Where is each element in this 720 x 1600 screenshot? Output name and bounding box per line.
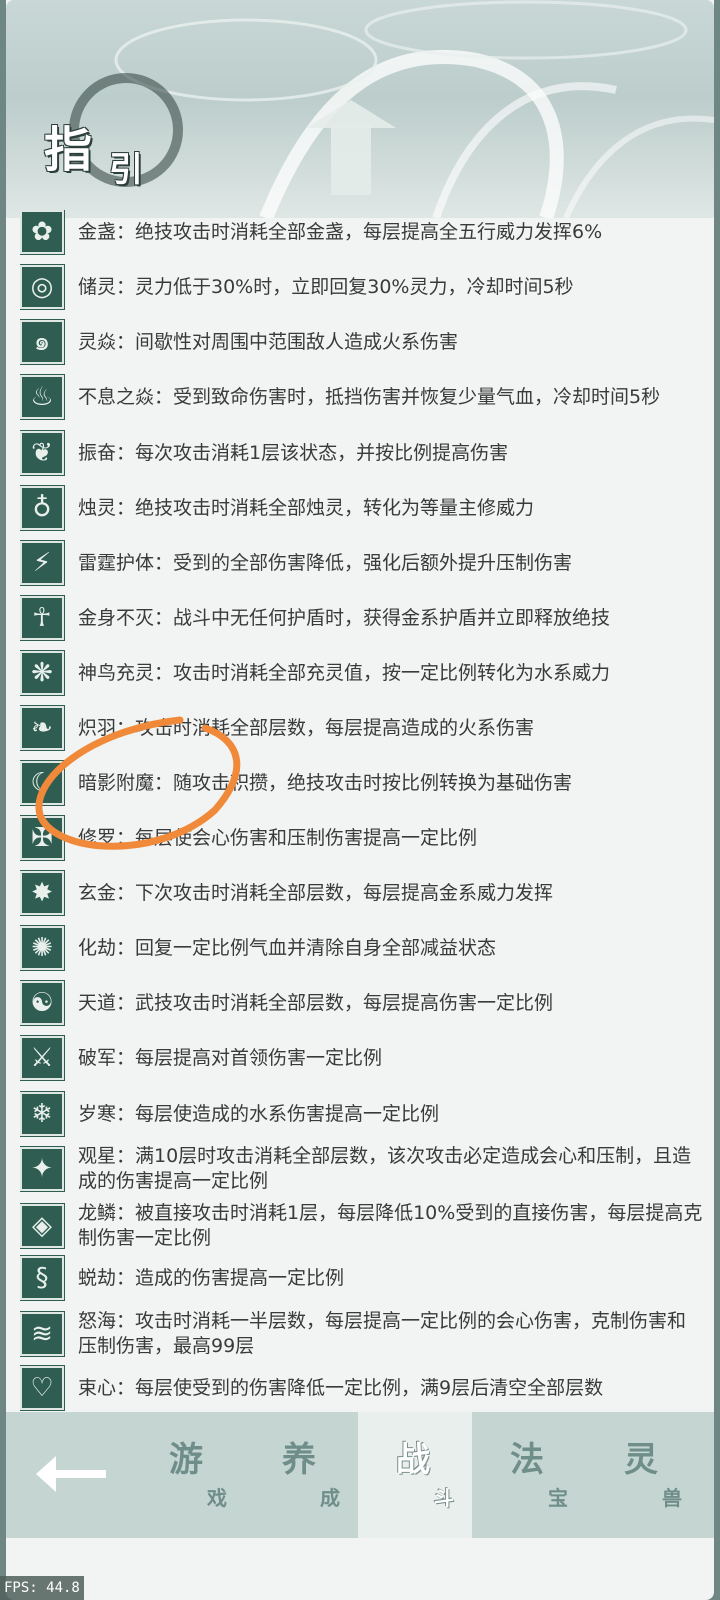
- status-description: 束心：每层使受到的伤害降低一定比例，满9层后清空全部层数: [78, 1376, 604, 1399]
- tab-cultivate[interactable]: 养 成: [244, 1412, 358, 1538]
- thunder-body-icon: ⚡: [20, 540, 65, 586]
- tab-beast-sublabel: 兽: [662, 1486, 682, 1510]
- tab-treasure-sublabel: 宝: [548, 1486, 568, 1510]
- status-description: 蜕劫：造成的伤害提高一定比例: [78, 1266, 345, 1289]
- page-title: 指 引: [34, 110, 194, 210]
- tab-cultivate-label: 养: [282, 1440, 316, 1480]
- tab-beast-label: 灵: [624, 1440, 658, 1480]
- status-description: 烛灵：绝技攻击时消耗全部烛灵，转化为等量主修威力: [78, 496, 535, 519]
- tab-treasure-label: 法: [510, 1440, 544, 1480]
- status-row: ❦ 振奋：每次攻击消耗1层该状态，并按比例提高伤害: [20, 430, 710, 476]
- asura-icon: ✠: [20, 815, 65, 861]
- golden-body-icon: ☥: [20, 595, 65, 641]
- gold-crystal-icon: ✸: [20, 870, 65, 916]
- status-description: 修罗：每层使会心伤害和压制伤害提高一定比例: [78, 826, 478, 849]
- tab-battle-label: 战: [396, 1440, 430, 1480]
- rooster-icon: ❦: [20, 430, 65, 476]
- status-description: 神鸟充灵：攻击时消耗全部充灵值，按一定比例转化为水系威力: [78, 661, 611, 684]
- status-description: 岁寒：每层使造成的水系伤害提高一定比例: [78, 1102, 440, 1125]
- dragon-icon: §: [20, 1255, 65, 1301]
- status-description: 灵焱：间歇性对周围中范围敌人造成火系伤害: [78, 330, 459, 353]
- candle-icon: ♁: [20, 485, 65, 531]
- status-description: 储灵：灵力低于30%时，立即回复30%灵力，冷却时间5秒: [78, 275, 574, 298]
- fps-counter: FPS: 44.8: [0, 1576, 84, 1600]
- tab-battle[interactable]: 战 斗: [358, 1412, 472, 1538]
- swirl-icon: ๑: [20, 319, 65, 365]
- page-title-main: 指: [44, 122, 93, 178]
- ring-icon: ◎: [20, 264, 65, 310]
- tab-game-label: 游: [169, 1440, 203, 1480]
- status-description: 金盏：绝技攻击时消耗全部金盏，每层提高全五行威力发挥6%: [78, 220, 603, 243]
- status-row: ✺ 化劫：回复一定比例气血并清除自身全部减益状态: [20, 925, 710, 971]
- status-row: ♡ 束心：每层使受到的伤害降低一定比例，满9层后清空全部层数: [20, 1365, 710, 1411]
- sword-icon: ⚔: [20, 1035, 65, 1081]
- back-arrow-icon: [36, 1456, 106, 1492]
- status-row: ✿ 金盏：绝技攻击时消耗全部金盏，每层提高全五行威力发挥6%: [20, 210, 710, 255]
- status-description: 炽羽：攻击时消耗全部层数，每层提高造成的火系伤害: [78, 716, 535, 739]
- status-row: ♁ 烛灵：绝技攻击时消耗全部烛灵，转化为等量主修威力: [20, 485, 710, 531]
- status-row: § 蜕劫：造成的伤害提高一定比例: [20, 1255, 710, 1301]
- status-row: ☯ 天道：武技攻击时消耗全部层数，每层提高伤害一定比例: [20, 980, 710, 1026]
- tab-cultivate-sublabel: 成: [320, 1486, 340, 1510]
- shadow-icon: ☾: [20, 760, 65, 806]
- tribulation-icon: ✺: [20, 925, 65, 971]
- tab-battle-sublabel: 斗: [434, 1486, 454, 1510]
- snowflake-icon: ❄: [20, 1091, 65, 1137]
- status-description: 化劫：回复一定比例气血并清除自身全部减益状态: [78, 936, 497, 959]
- status-description: 雷霆护体：受到的全部伤害降低，强化后额外提升压制伤害: [78, 551, 573, 574]
- status-description: 怒海：攻击时消耗一半层数，每层提高一定比例的会心伤害，克制伤害和压制伤害，最高9…: [78, 1310, 687, 1357]
- status-description: 观星：满10层时攻击消耗全部层数，该次攻击必定造成会心和压制，且造成的伤害提高一…: [78, 1145, 692, 1192]
- wave-icon: ≋: [20, 1311, 65, 1357]
- guide-header: 指 引: [6, 0, 714, 218]
- tab-game-sublabel: 戏: [207, 1486, 227, 1510]
- feather-icon: ❧: [20, 705, 65, 751]
- yin-yang-icon: ☯: [20, 980, 65, 1026]
- status-row: ☾ 暗影附魔：随攻击积攒，绝技攻击时按比例转换为基础伤害: [20, 760, 710, 806]
- status-row: ❋ 神鸟充灵：攻击时消耗全部充灵值，按一定比例转化为水系威力: [20, 650, 710, 696]
- status-row: ≋ 怒海：攻击时消耗一半层数，每层提高一定比例的会心伤害，克制伤害和压制伤害，最高…: [20, 1309, 710, 1359]
- tab-treasure[interactable]: 法 宝: [472, 1412, 586, 1538]
- bottom-nav: 游 戏 养 成 战 斗 法 宝 灵 兽: [6, 1412, 714, 1538]
- status-effect-list[interactable]: ✿ 金盏：绝技攻击时消耗全部金盏，每层提高全五行威力发挥6% ◎ 储灵：灵力低于30%…: [20, 210, 710, 1415]
- divine-bird-icon: ❋: [20, 650, 65, 696]
- status-row: ❄ 岁寒：每层使造成的水系伤害提高一定比例: [20, 1091, 710, 1137]
- status-row: ✠ 修罗：每层使会心伤害和压制伤害提高一定比例: [20, 815, 710, 861]
- back-button[interactable]: [16, 1412, 126, 1538]
- tab-beast[interactable]: 灵 兽: [586, 1412, 700, 1538]
- status-description: 玄金：下次攻击时消耗全部层数，每层提高金系威力发挥: [78, 881, 554, 904]
- status-description: 暗影附魔：随攻击积攒，绝技攻击时按比例转换为基础伤害: [78, 771, 573, 794]
- dragon-scale-icon: ◈: [20, 1203, 65, 1249]
- status-description: 天道：武技攻击时消耗全部层数，每层提高伤害一定比例: [78, 991, 554, 1014]
- status-description: 不息之焱：受到致命伤害时，抵挡伤害并恢复少量气血，冷却时间5秒: [78, 385, 661, 408]
- page-title-sub: 引: [109, 150, 143, 190]
- status-row: ⚔ 破军：每层提高对首领伤害一定比例: [20, 1035, 710, 1081]
- status-description: 破军：每层提高对首领伤害一定比例: [78, 1046, 383, 1069]
- flower-icon: ✿: [20, 210, 65, 255]
- phoenix-icon: ♨: [20, 374, 65, 420]
- status-row: ◈ 龙鳞：被直接攻击时消耗1层，每层降低10%受到的直接伤害，每层提高克制伤害一定…: [20, 1201, 710, 1251]
- heart-bind-icon: ♡: [20, 1365, 65, 1411]
- status-row: ๑ 灵焱：间歇性对周围中范围敌人造成火系伤害: [20, 319, 710, 365]
- status-description: 金身不灭：战斗中无任何护盾时，获得金系护盾并立即释放绝技: [78, 606, 611, 629]
- status-description: 龙鳞：被直接攻击时消耗1层，每层降低10%受到的直接伤害，每层提高克制伤害一定比…: [78, 1202, 703, 1249]
- status-row: ✸ 玄金：下次攻击时消耗全部层数，每层提高金系威力发挥: [20, 870, 710, 916]
- status-row: ☥ 金身不灭：战斗中无任何护盾时，获得金系护盾并立即释放绝技: [20, 595, 710, 641]
- constellation-icon: ✦: [20, 1146, 65, 1192]
- status-row: ⚡ 雷霆护体：受到的全部伤害降低，强化后额外提升压制伤害: [20, 540, 710, 586]
- status-row: ♨ 不息之焱：受到致命伤害时，抵挡伤害并恢复少量气血，冷却时间5秒: [20, 374, 710, 420]
- status-row: ✦ 观星：满10层时攻击消耗全部层数，该次攻击必定造成会心和压制，且造成的伤害提高…: [20, 1144, 710, 1194]
- tab-game[interactable]: 游 戏: [131, 1412, 245, 1538]
- status-row: ❧ 炽羽：攻击时消耗全部层数，每层提高造成的火系伤害: [20, 705, 710, 751]
- status-row: ◎ 储灵：灵力低于30%时，立即回复30%灵力，冷却时间5秒: [20, 264, 710, 310]
- status-description: 振奋：每次攻击消耗1层该状态，并按比例提高伤害: [78, 441, 509, 464]
